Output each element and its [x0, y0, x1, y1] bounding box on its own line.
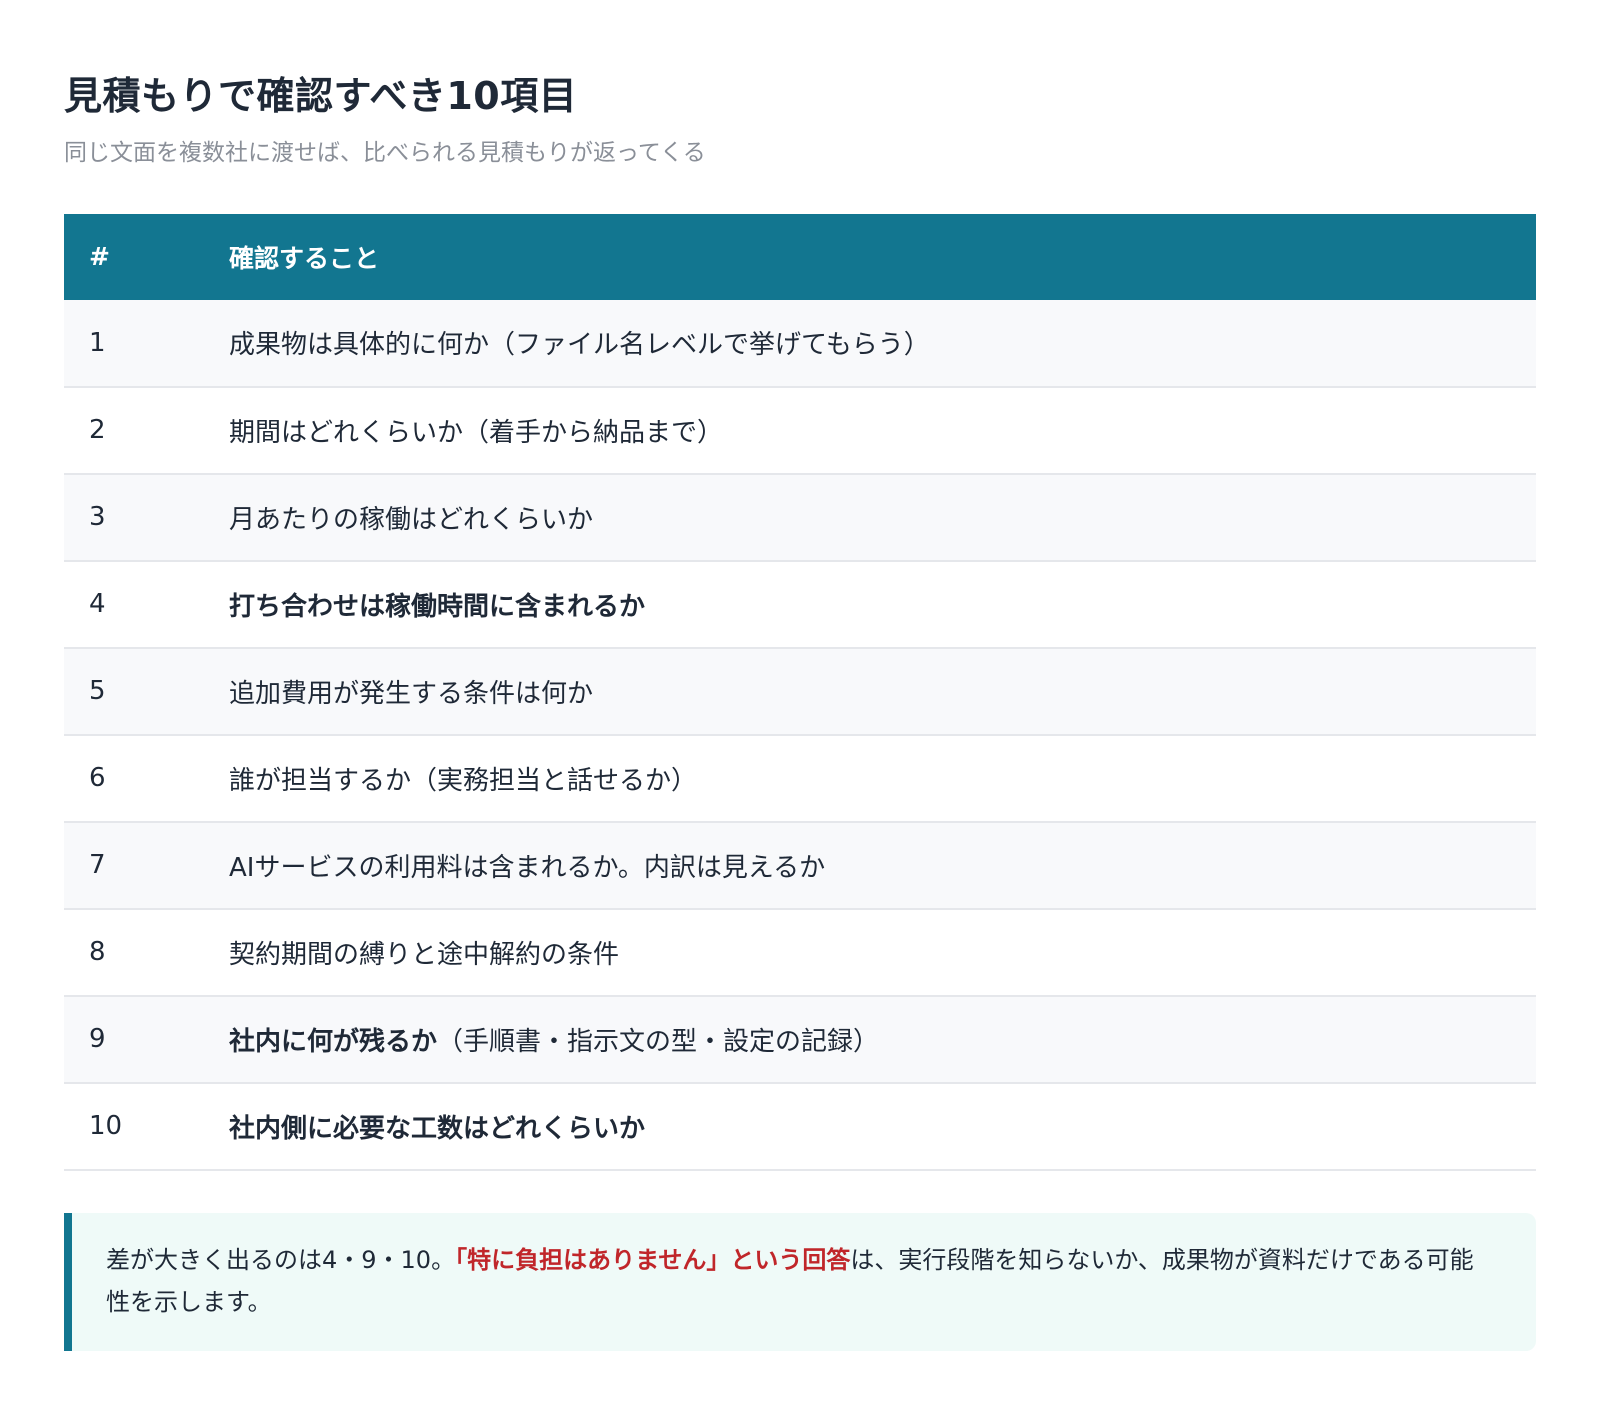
row-number: 10	[64, 1082, 229, 1171]
row-item: 月あたりの稼働はどれくらいか	[229, 473, 1536, 562]
note-highlight: 「特に負担はありません」という回答	[455, 1245, 851, 1274]
row-number: 7	[64, 821, 229, 910]
row-item-bold-text: 社内側に必要な工数はどれくらいか	[229, 1113, 646, 1144]
table-row: 4 打ち合わせは稼働時間に含まれるか	[64, 560, 1536, 649]
row-item-text: 成果物は具体的に何か（ファイル名レベルで挙げてもらう）	[229, 330, 930, 361]
row-item-text: 追加費用が発生する条件は何か	[229, 678, 594, 709]
table-row: 3 月あたりの稼働はどれくらいか	[64, 473, 1536, 562]
table-body: 1 成果物は具体的に何か（ファイル名レベルで挙げてもらう） 2 期間はどれくらいか（着…	[64, 299, 1536, 1171]
table-row: 7 AIサービスの利用料は含まれるか。内訳は見えるか	[64, 821, 1536, 910]
page-title: 見積もりで確認すべき10項目	[64, 74, 578, 118]
column-header-number: #	[64, 213, 229, 300]
table-row: 10 社内側に必要な工数はどれくらいか	[64, 1082, 1536, 1171]
table-row: 8 契約期間の縛りと途中解約の条件	[64, 908, 1536, 997]
row-item-text: 期間はどれくらいか（着手から納品まで）	[229, 417, 724, 448]
row-item-bold-text: 打ち合わせは稼働時間に含まれるか	[229, 591, 646, 622]
page-subtitle: 同じ文面を複数社に渡せば、比べられる見積もりが返ってくる	[64, 140, 706, 167]
row-item: 打ち合わせは稼働時間に含まれるか	[229, 560, 1536, 649]
note-text-before: 差が大きく出るのは4・9・10。	[106, 1245, 456, 1274]
row-item: 成果物は具体的に何か（ファイル名レベルで挙げてもらう）	[229, 299, 1536, 388]
table-row: 5 追加費用が発生する条件は何か	[64, 647, 1536, 736]
row-item: 社内に何が残るか（手順書・指示文の型・設定の記録）	[229, 995, 1536, 1084]
row-item-text: AIサービスの利用料は含まれるか。内訳は見えるか	[229, 852, 826, 883]
row-item-detail: （手順書・指示文の型・設定の記録）	[437, 1026, 880, 1057]
table-row: 9 社内に何が残るか（手順書・指示文の型・設定の記録）	[64, 995, 1536, 1084]
table-row: 1 成果物は具体的に何か（ファイル名レベルで挙げてもらう）	[64, 299, 1536, 388]
row-number: 3	[64, 473, 229, 562]
table-row: 6 誰が担当するか（実務担当と話せるか）	[64, 734, 1536, 823]
row-item-text: 月あたりの稼働はどれくらいか	[229, 504, 594, 535]
row-item: AIサービスの利用料は含まれるか。内訳は見えるか	[229, 821, 1536, 910]
row-number: 9	[64, 995, 229, 1084]
callout-note: 差が大きく出るのは4・9・10。「特に負担はありません」という回答は、実行段階を…	[64, 1212, 1536, 1351]
row-number: 5	[64, 647, 229, 736]
row-item: 契約期間の縛りと途中解約の条件	[229, 908, 1536, 997]
row-item-text: 誰が担当するか（実務担当と話せるか）	[229, 765, 698, 796]
table-row: 2 期間はどれくらいか（着手から納品まで）	[64, 386, 1536, 475]
row-number: 1	[64, 299, 229, 388]
row-number: 8	[64, 908, 229, 997]
row-item: 期間はどれくらいか（着手から納品まで）	[229, 386, 1536, 475]
table-header-row: # 確認すること	[64, 213, 1536, 300]
row-number: 4	[64, 560, 229, 649]
row-item-bold-text: 社内に何が残るか	[229, 1026, 438, 1057]
row-item: 社内側に必要な工数はどれくらいか	[229, 1082, 1536, 1171]
row-number: 2	[64, 386, 229, 475]
page: 見積もりで確認すべき10項目 同じ文面を複数社に渡せば、比べられる見積もりが返っ…	[0, 0, 1600, 1351]
column-header-item: 確認すること	[229, 213, 1536, 300]
checklist-table: # 確認すること 1 成果物は具体的に何か（ファイル名レベルで挙げてもらう） 2 期間…	[64, 213, 1536, 1171]
row-number: 6	[64, 734, 229, 823]
row-item: 誰が担当するか（実務担当と話せるか）	[229, 734, 1536, 823]
row-item: 追加費用が発生する条件は何か	[229, 647, 1536, 736]
row-item-text: 契約期間の縛りと途中解約の条件	[229, 939, 620, 970]
